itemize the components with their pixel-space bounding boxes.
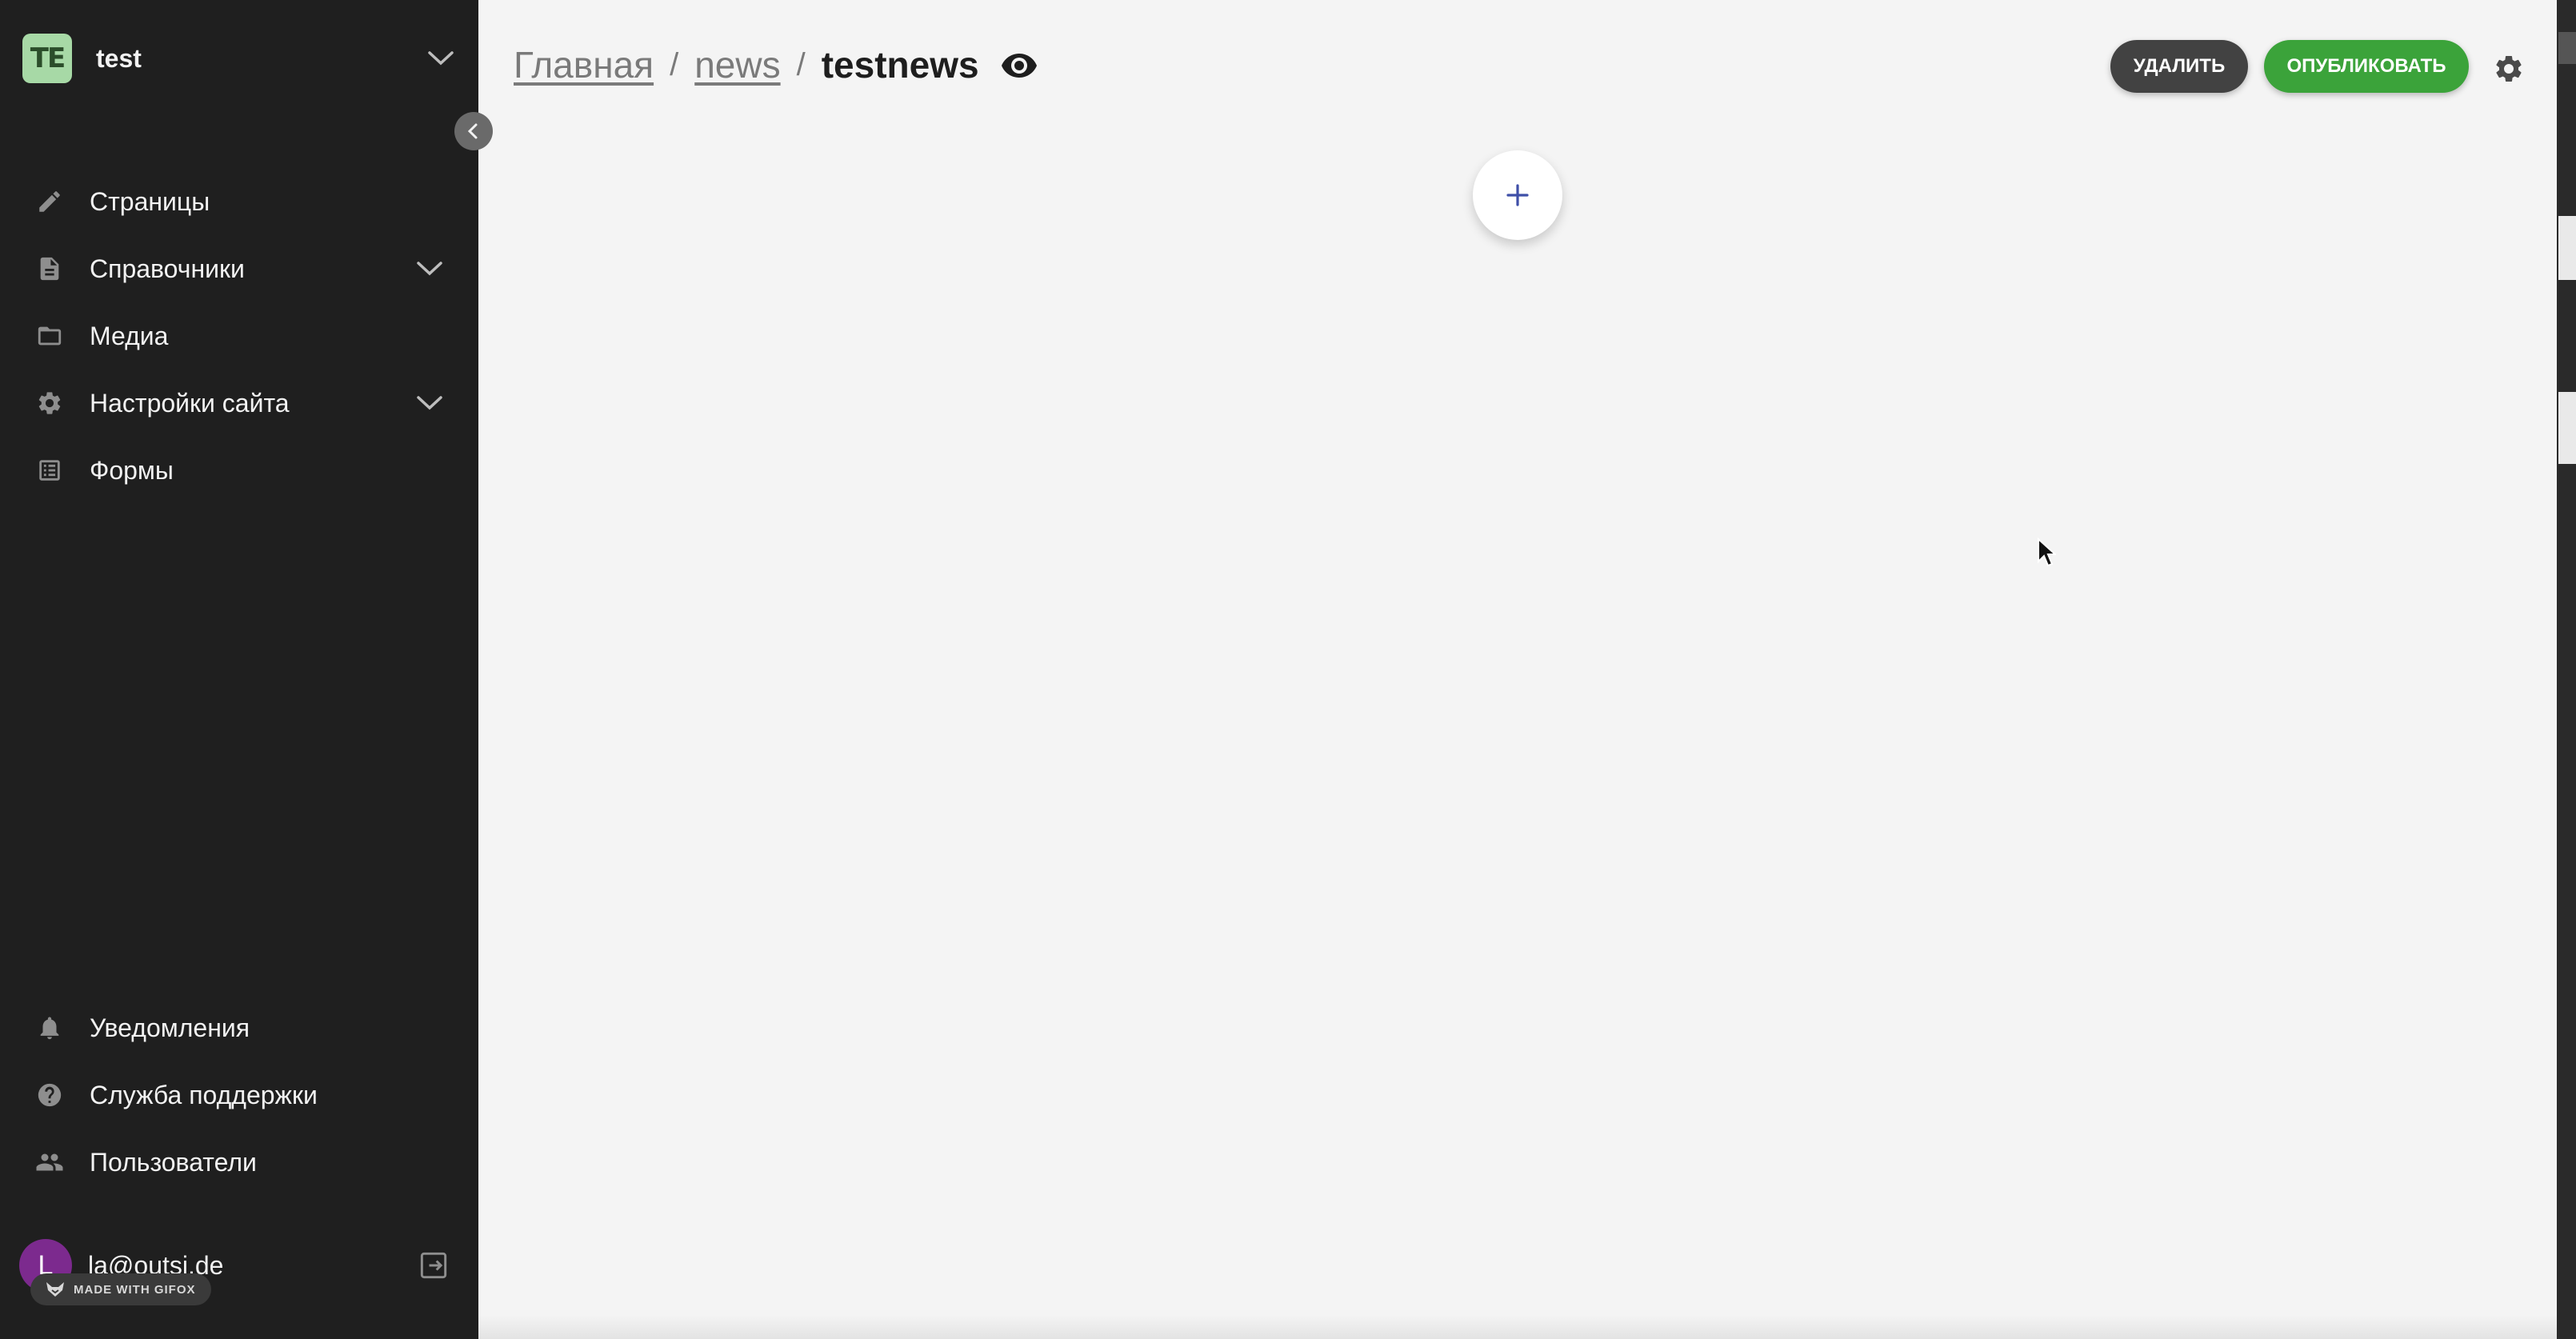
sidebar-item-label: Страницы (90, 186, 210, 216)
breadcrumb-home-link[interactable]: Главная (514, 43, 654, 86)
sidebar-item-support[interactable]: Служба поддержки (0, 1061, 478, 1129)
pencil-icon (34, 186, 66, 218)
editor-area: Главная / news / testnews УДАЛИТЬ ОПУБЛИ… (478, 0, 2557, 1339)
adjacent-window-strip (2557, 0, 2576, 1339)
sidebar-item-notifications[interactable]: Уведомления (0, 994, 478, 1061)
help-icon (34, 1079, 66, 1111)
sidebar-item-forms[interactable]: Формы (0, 437, 478, 504)
sidebar: TE test Страницы Справочники Медиа Настр… (0, 0, 478, 1339)
sidebar-item-label: Пользователи (90, 1147, 257, 1177)
fox-icon (46, 1282, 64, 1297)
breadcrumb-separator: / (670, 46, 679, 82)
sidebar-item-pages[interactable]: Страницы (0, 168, 478, 235)
mouse-cursor-icon (2038, 538, 2056, 567)
sidebar-nav: Страницы Справочники Медиа Настройки сай… (0, 168, 478, 504)
gifox-watermark: MADE WITH GIFOX (30, 1273, 211, 1305)
adjacent-window-fragment (2558, 216, 2576, 280)
sidebar-item-label: Формы (90, 455, 174, 485)
sidebar-item-media[interactable]: Медиа (0, 302, 478, 370)
workspace-avatar: TE (22, 34, 72, 83)
add-block-button[interactable] (1473, 150, 1562, 240)
sidebar-item-directories[interactable]: Справочники (0, 235, 478, 302)
workspace-name: test (96, 43, 142, 73)
page-title: testnews (821, 44, 979, 86)
publish-button[interactable]: ОПУБЛИКОВАТЬ (2264, 40, 2469, 93)
list-icon (34, 454, 66, 486)
breadcrumb-section-link[interactable]: news (694, 43, 780, 86)
sidebar-item-users[interactable]: Пользователи (0, 1129, 478, 1196)
adjacent-window-fragment (2558, 32, 2576, 64)
users-icon (34, 1146, 66, 1178)
folder-icon (34, 320, 66, 352)
breadcrumb-separator: / (796, 46, 806, 82)
workspace-switcher[interactable]: TE test (22, 34, 454, 83)
bottom-edge (478, 1315, 2557, 1339)
sidebar-item-label: Медиа (90, 321, 169, 350)
sidebar-item-label: Служба поддержки (90, 1080, 318, 1109)
breadcrumb: Главная / news / testnews (514, 43, 1038, 86)
adjacent-window-fragment (2558, 392, 2576, 464)
chevron-down-icon[interactable] (416, 255, 443, 282)
gifox-label: MADE WITH GIFOX (74, 1282, 196, 1297)
gear-icon[interactable] (2493, 53, 2525, 85)
document-icon (34, 253, 66, 285)
sidebar-item-site-settings[interactable]: Настройки сайта (0, 370, 478, 437)
collapse-sidebar-button[interactable] (454, 112, 493, 150)
gear-icon (34, 387, 66, 419)
bell-icon (34, 1012, 66, 1044)
delete-button[interactable]: УДАЛИТЬ (2110, 40, 2248, 93)
chevron-down-icon[interactable] (416, 390, 443, 417)
sidebar-item-label: Уведомления (90, 1013, 250, 1042)
logout-icon[interactable] (416, 1248, 451, 1283)
chevron-down-icon[interactable] (427, 45, 454, 72)
chevron-left-icon (467, 123, 478, 139)
eye-icon[interactable] (1000, 46, 1038, 84)
plus-icon (1506, 184, 1529, 206)
sidebar-bottom-nav: Уведомления Служба поддержки Пользовател… (0, 994, 478, 1196)
